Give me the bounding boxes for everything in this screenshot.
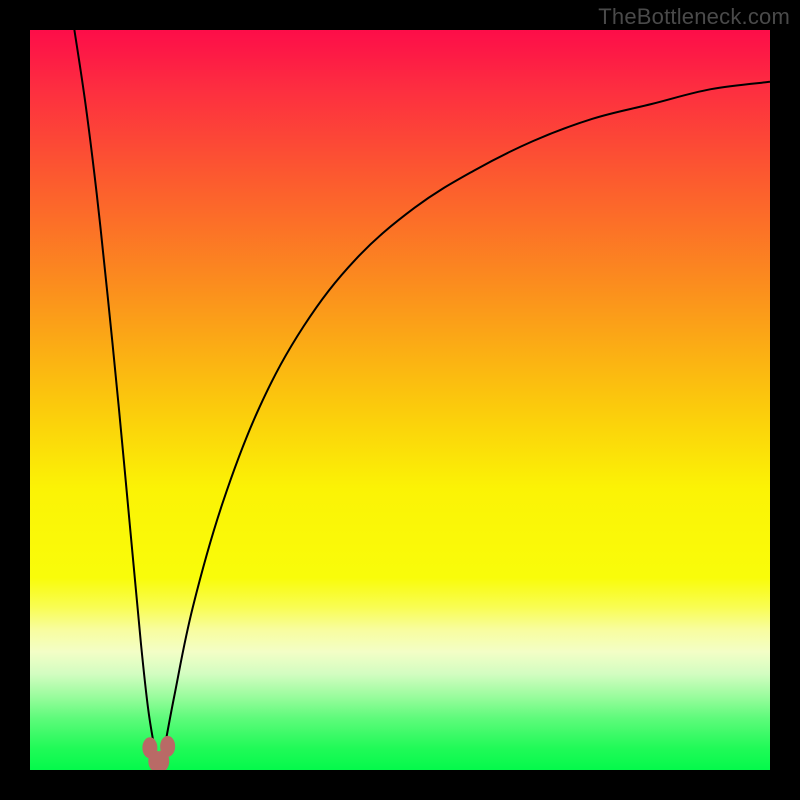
watermark-text: TheBottleneck.com xyxy=(598,4,790,30)
plot-area xyxy=(30,30,770,770)
gradient-background xyxy=(30,30,770,770)
bottleneck-chart xyxy=(30,30,770,770)
notch-marker xyxy=(161,736,175,756)
chart-frame: TheBottleneck.com xyxy=(0,0,800,800)
